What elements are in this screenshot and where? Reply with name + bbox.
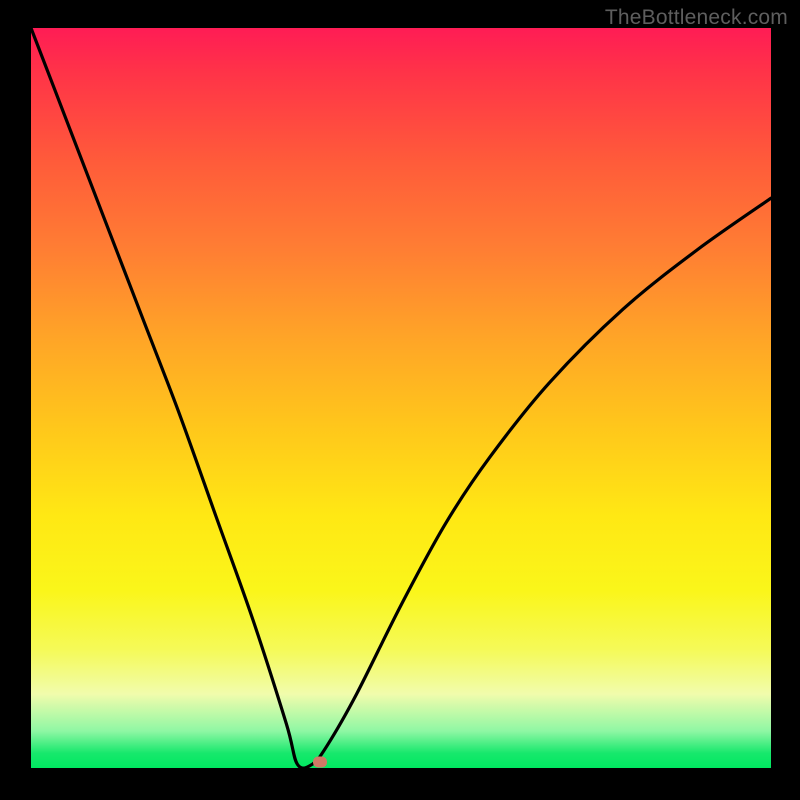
chart-frame: TheBottleneck.com: [0, 0, 800, 800]
bottleneck-curve: [31, 28, 771, 768]
curve-path: [31, 28, 771, 768]
watermark-text: TheBottleneck.com: [605, 6, 788, 30]
chart-plot-area: [31, 28, 771, 768]
optimum-marker: [313, 757, 327, 768]
